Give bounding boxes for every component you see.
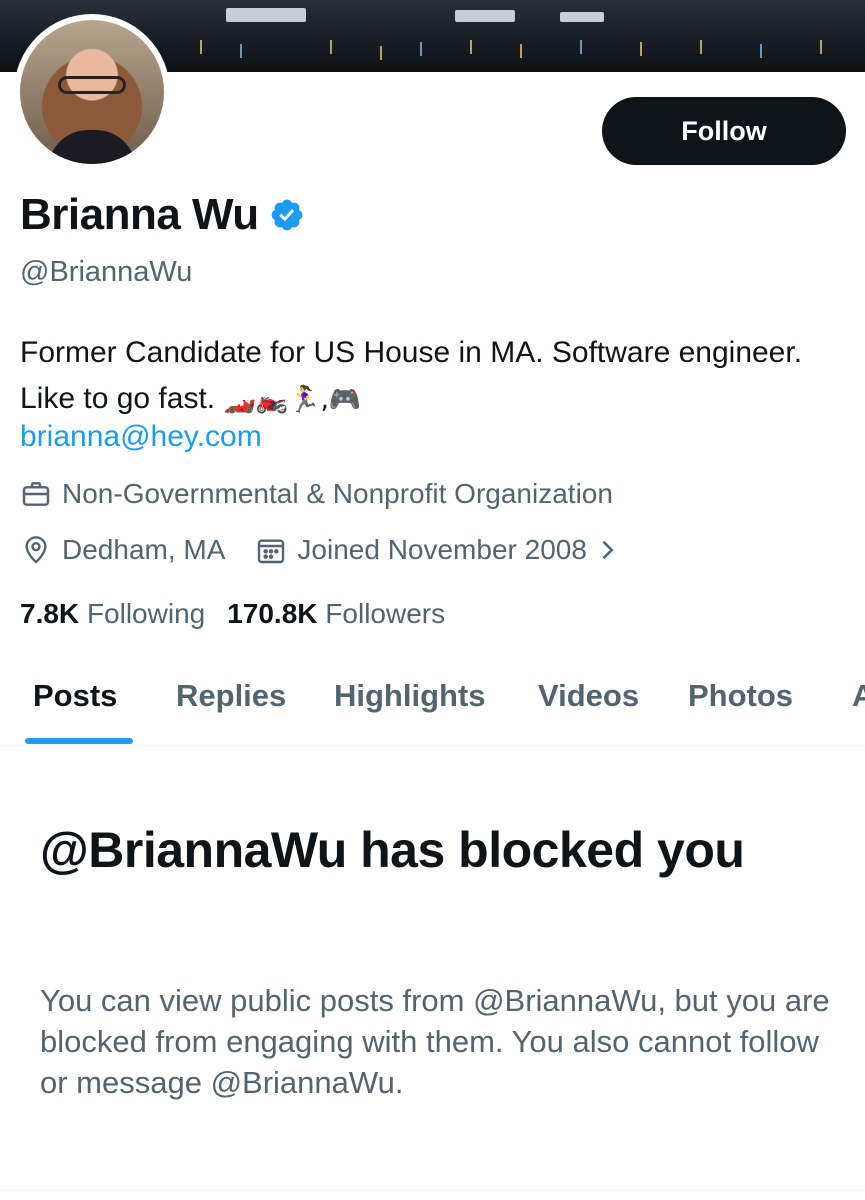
profile-bio: Former Candidate for US House in MA. Sof… (20, 330, 820, 423)
bio-emojis: 🏎️🏍️🏃‍♀️,🎮 (223, 385, 362, 415)
joined-label: Joined November 2008 (297, 534, 587, 565)
tab-photos[interactable]: Photos (688, 678, 793, 714)
divider (0, 1190, 865, 1191)
profile-handle: @BriannaWu (20, 256, 193, 288)
follow-button[interactable]: Follow (602, 97, 846, 165)
following-label: Following (86, 598, 206, 629)
profile-tabs: Posts Replies Highlights Videos Photos A (0, 660, 865, 746)
followers-label: Followers (325, 598, 446, 629)
tab-replies[interactable]: Replies (176, 678, 286, 714)
following-count: 7.8K (20, 598, 80, 629)
tab-posts[interactable]: Posts (33, 678, 117, 714)
location-label: Dedham, MA (62, 534, 226, 565)
followers-link[interactable]: 170.8K Followers (227, 598, 445, 630)
following-link[interactable]: 7.8K Following (20, 598, 205, 630)
tab-articles[interactable]: A (852, 678, 865, 714)
profile-page: Follow Brianna Wu @BriannaWu Former Cand… (0, 0, 865, 1200)
bio-text: Former Candidate for US House in MA. Sof… (20, 336, 803, 415)
briefcase-icon (22, 482, 50, 506)
calendar-icon (258, 539, 285, 564)
verified-badge-icon (271, 199, 303, 231)
display-name-text: Brianna Wu (20, 190, 259, 239)
profile-name: Brianna Wu (20, 190, 305, 240)
avatar[interactable] (14, 14, 170, 170)
joined-date[interactable]: Joined November 2008 (255, 534, 621, 566)
tab-highlights[interactable]: Highlights (334, 678, 486, 714)
bio-link[interactable]: brianna@hey.com (20, 420, 262, 454)
chevron-right-icon (602, 540, 614, 560)
info-row: Dedham, MA Joined November 2008 (20, 534, 651, 566)
tab-videos[interactable]: Videos (538, 678, 639, 714)
active-tab-indicator (25, 738, 133, 744)
location: Dedham, MA (20, 534, 225, 566)
location-pin-icon (25, 536, 47, 564)
category-label: Non-Governmental & Nonprofit Organizatio… (62, 478, 613, 509)
avatar-image (20, 20, 164, 164)
category-row: Non-Governmental & Nonprofit Organizatio… (20, 478, 613, 510)
blocked-title: @BriannaWu has blocked you (40, 822, 745, 878)
followers-count: 170.8K (227, 598, 318, 629)
blocked-description: You can view public posts from @BriannaW… (40, 983, 830, 1100)
follow-stats: 7.8K Following 170.8K Followers (20, 598, 445, 630)
